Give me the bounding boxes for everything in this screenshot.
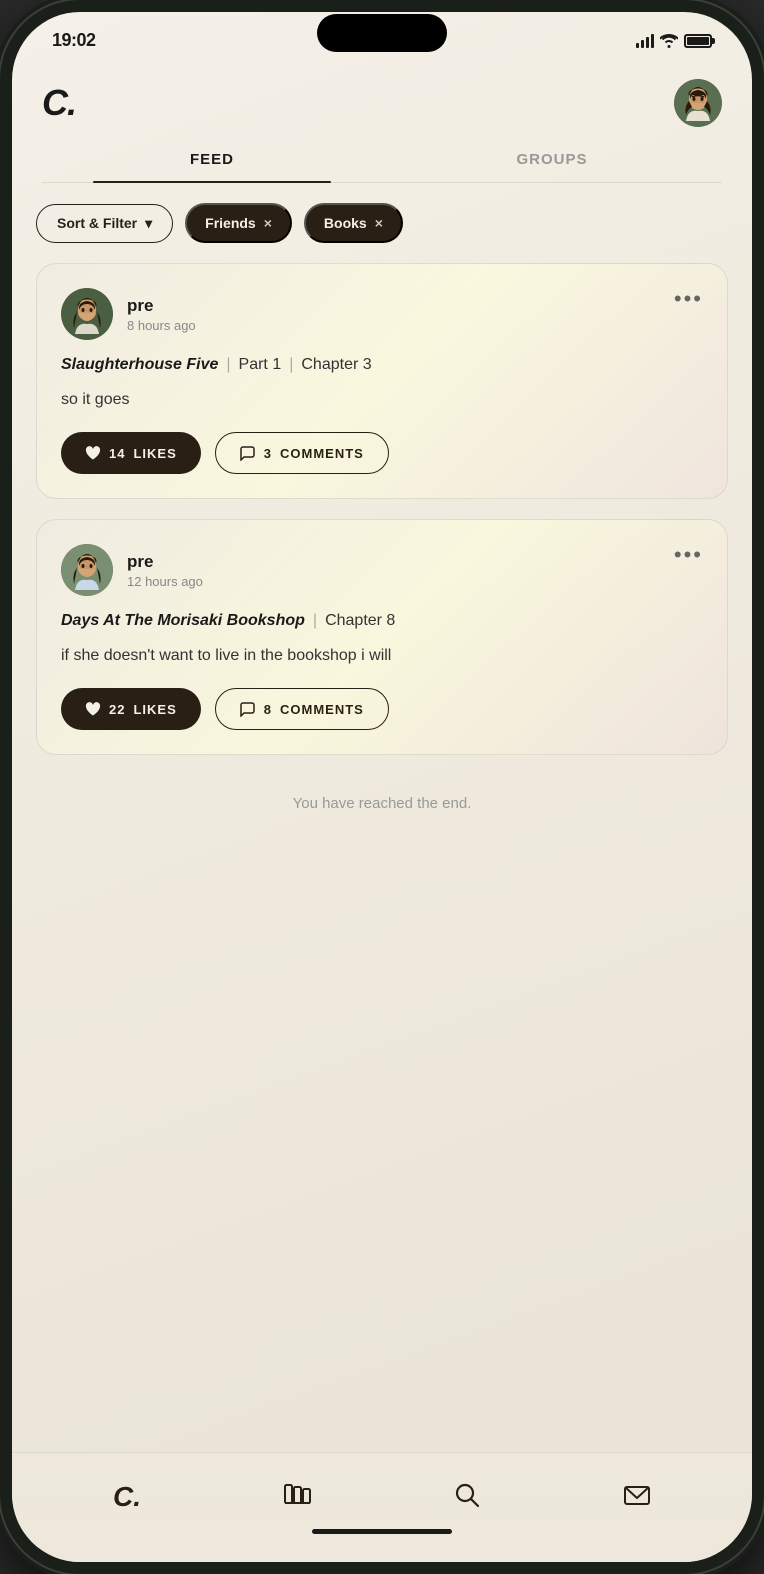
filter-bar: Sort & Filter ▾ Friends × Books × — [12, 183, 752, 263]
home-logo-icon: C. — [113, 1481, 141, 1513]
likes-count: 14 — [109, 446, 125, 461]
avatar[interactable] — [674, 79, 722, 127]
search-icon — [453, 1481, 481, 1509]
status-icons — [636, 34, 712, 48]
comments-label: COMMENTS — [280, 702, 364, 717]
nav-item-library[interactable] — [267, 1473, 327, 1517]
comments-count: 3 — [264, 446, 272, 461]
post-actions: 14 LIKES 3 COMMENTS — [61, 432, 703, 474]
post-book-info: Days At The Morisaki Bookshop | Chapter … — [61, 612, 703, 630]
book-title: Slaughterhouse Five — [61, 356, 218, 374]
book-title: Days At The Morisaki Bookshop — [61, 612, 305, 630]
comment-icon — [240, 445, 256, 461]
sort-filter-button[interactable]: Sort & Filter ▾ — [36, 204, 173, 243]
likes-label: LIKES — [133, 446, 176, 461]
post-card: pre 8 hours ago ••• Slaughterhouse Five … — [36, 263, 728, 499]
app-header: C. — [12, 59, 752, 137]
likes-label: LIKES — [133, 702, 176, 717]
books-remove-icon[interactable]: × — [375, 215, 383, 231]
nav-item-messages[interactable] — [607, 1473, 667, 1517]
post-time: 12 hours ago — [127, 574, 203, 589]
more-options-button[interactable]: ••• — [674, 288, 703, 310]
book-part: Part 1 — [239, 356, 282, 374]
books-tag-label: Books — [324, 215, 367, 231]
comment-icon — [240, 701, 256, 717]
post-username: pre — [127, 296, 196, 316]
comments-label: COMMENTS — [280, 446, 364, 461]
post-user: pre 12 hours ago — [61, 544, 203, 596]
post-actions: 22 LIKES 8 COMMENTS — [61, 688, 703, 730]
phone-frame: 19:02 C. — [0, 0, 764, 1574]
more-options-button[interactable]: ••• — [674, 544, 703, 566]
scroll-content[interactable]: Sort & Filter ▾ Friends × Books × — [12, 183, 752, 1452]
book-chapter: Chapter 3 — [301, 356, 371, 374]
books-filter-tag[interactable]: Books × — [304, 203, 403, 243]
post-username: pre — [127, 552, 203, 572]
nav-item-search[interactable] — [437, 1473, 497, 1517]
friends-remove-icon[interactable]: × — [264, 215, 272, 231]
friends-filter-tag[interactable]: Friends × — [185, 203, 292, 243]
post-book-info: Slaughterhouse Five | Part 1 | Chapter 3 — [61, 356, 703, 374]
wifi-icon — [660, 34, 678, 48]
post-card: pre 12 hours ago ••• Days At The Morisak… — [36, 519, 728, 755]
status-time: 19:02 — [52, 30, 96, 51]
books-icon — [283, 1481, 311, 1509]
heart-icon — [85, 702, 101, 717]
like-button[interactable]: 14 LIKES — [61, 432, 201, 474]
tab-groups[interactable]: GROUPS — [382, 137, 722, 182]
comment-button[interactable]: 8 COMMENTS — [215, 688, 389, 730]
book-chapter: Chapter 8 — [325, 612, 395, 630]
post-header: pre 8 hours ago ••• — [61, 288, 703, 340]
like-button[interactable]: 22 LIKES — [61, 688, 201, 730]
signal-icon — [636, 34, 654, 48]
app-logo: C. — [42, 82, 76, 124]
tabs: FEED GROUPS — [42, 137, 722, 183]
post-time: 8 hours ago — [127, 318, 196, 333]
heart-icon — [85, 446, 101, 461]
post-avatar — [61, 288, 113, 340]
post-user: pre 8 hours ago — [61, 288, 196, 340]
battery-icon — [684, 34, 712, 48]
nav-item-home[interactable]: C. — [97, 1473, 157, 1521]
post-content: if she doesn't want to live in the books… — [61, 644, 703, 668]
sort-filter-label: Sort & Filter — [57, 215, 137, 231]
end-message: You have reached the end. — [12, 775, 752, 832]
friends-tag-label: Friends — [205, 215, 256, 231]
dynamic-island — [317, 14, 447, 52]
post-user-info: pre 12 hours ago — [127, 552, 203, 589]
post-header: pre 12 hours ago ••• — [61, 544, 703, 596]
mail-icon — [623, 1481, 651, 1509]
bottom-nav: C. — [12, 1452, 752, 1562]
post-content: so it goes — [61, 388, 703, 412]
chevron-down-icon: ▾ — [145, 215, 152, 232]
post-user-info: pre 8 hours ago — [127, 296, 196, 333]
tab-feed[interactable]: FEED — [42, 137, 382, 182]
comment-button[interactable]: 3 COMMENTS — [215, 432, 389, 474]
phone-screen: 19:02 C. — [12, 12, 752, 1562]
comments-count: 8 — [264, 702, 272, 717]
post-avatar — [61, 544, 113, 596]
likes-count: 22 — [109, 702, 125, 717]
